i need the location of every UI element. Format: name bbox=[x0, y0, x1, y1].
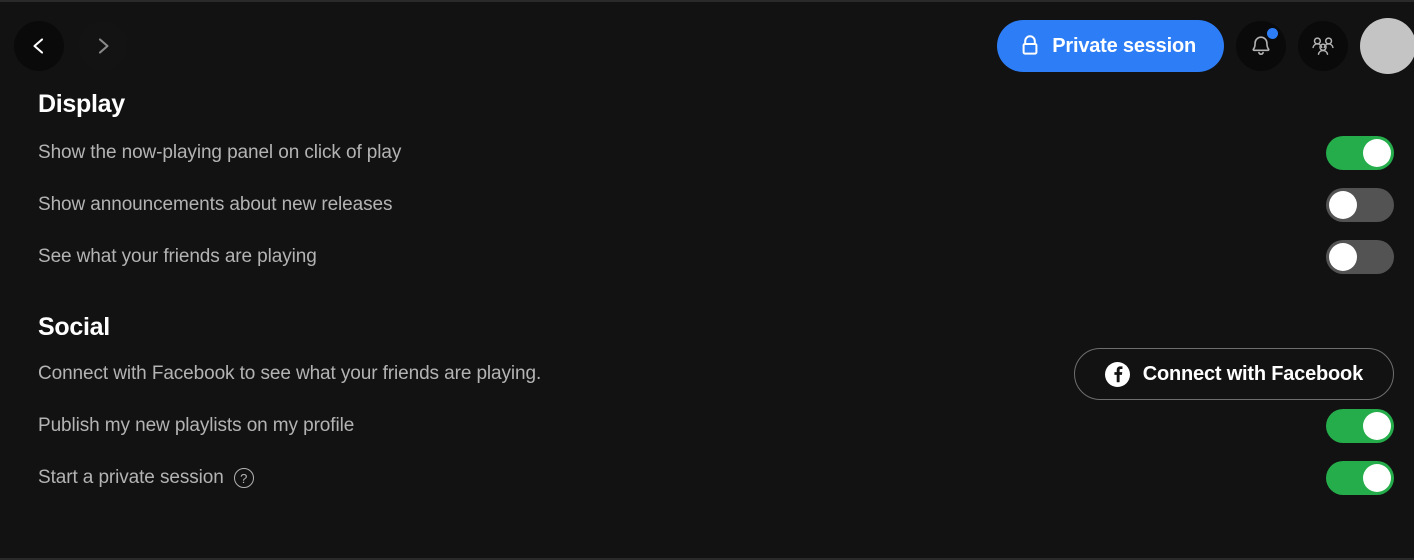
setting-control bbox=[1326, 136, 1394, 170]
facebook-icon bbox=[1104, 361, 1130, 387]
toggle-publish-playlists[interactable] bbox=[1326, 409, 1394, 443]
setting-row-publish-playlists: Publish my new playlists on my profile bbox=[38, 400, 1394, 452]
setting-label: Show the now-playing panel on click of p… bbox=[38, 142, 402, 163]
spotify-settings-window: Private session Display Show the now-pla… bbox=[0, 0, 1414, 560]
setting-control bbox=[1326, 409, 1394, 443]
private-session-label: Private session bbox=[1052, 34, 1196, 57]
section-social: Social Connect with Facebook to see what… bbox=[38, 313, 1394, 504]
lock-icon bbox=[1022, 35, 1038, 55]
section-display: Display Show the now-playing panel on cl… bbox=[38, 90, 1394, 283]
setting-control bbox=[1326, 240, 1394, 274]
back-button[interactable] bbox=[14, 21, 64, 71]
setting-control: Connect with Facebook bbox=[1073, 348, 1394, 400]
setting-label: See what your friends are playing bbox=[38, 246, 317, 267]
navigation-buttons bbox=[14, 21, 128, 71]
setting-row-connect-facebook: Connect with Facebook to see what your f… bbox=[38, 348, 1394, 400]
toggle-private-session[interactable] bbox=[1326, 461, 1394, 495]
connect-with-facebook-button[interactable]: Connect with Facebook bbox=[1073, 348, 1394, 400]
friend-activity-button[interactable] bbox=[1298, 21, 1348, 71]
toggle-now-playing-panel[interactable] bbox=[1326, 136, 1394, 170]
private-session-button[interactable]: Private session bbox=[997, 20, 1224, 72]
toggle-knob bbox=[1329, 191, 1357, 219]
setting-row-friend-activity: See what your friends are playing bbox=[38, 231, 1394, 283]
top-bar: Private session bbox=[0, 2, 1414, 90]
setting-label: Publish my new playlists on my profile bbox=[38, 415, 355, 436]
toggle-knob bbox=[1363, 464, 1391, 492]
help-icon[interactable]: ? bbox=[233, 468, 254, 488]
setting-label-wrapper: Start a private session ? bbox=[38, 467, 254, 489]
notification-badge bbox=[1267, 28, 1278, 39]
forward-button[interactable] bbox=[78, 21, 128, 71]
setting-label: Start a private session bbox=[38, 467, 224, 488]
toggle-knob bbox=[1329, 243, 1357, 271]
setting-control bbox=[1326, 461, 1394, 495]
setting-row-now-playing-panel: Show the now-playing panel on click of p… bbox=[38, 127, 1394, 179]
setting-row-private-session: Start a private session ? bbox=[38, 452, 1394, 504]
section-title-social: Social bbox=[38, 313, 110, 341]
notifications-button[interactable] bbox=[1236, 21, 1286, 71]
setting-label: Connect with Facebook to see what your f… bbox=[38, 363, 542, 384]
section-title-display: Display bbox=[38, 90, 125, 118]
connect-with-facebook-label: Connect with Facebook bbox=[1142, 362, 1363, 385]
chevron-left-icon bbox=[33, 38, 44, 54]
toggle-announcements[interactable] bbox=[1326, 188, 1394, 222]
setting-row-announcements: Show announcements about new releases bbox=[38, 179, 1394, 231]
setting-label: Show announcements about new releases bbox=[38, 194, 393, 215]
toggle-friend-activity[interactable] bbox=[1326, 240, 1394, 274]
chevron-right-icon bbox=[98, 38, 109, 54]
toggle-knob bbox=[1363, 139, 1391, 167]
settings-content: Display Show the now-playing panel on cl… bbox=[0, 90, 1414, 504]
top-bar-actions: Private session bbox=[997, 18, 1414, 74]
toggle-knob bbox=[1363, 412, 1391, 440]
friends-group-icon bbox=[1312, 37, 1334, 55]
avatar[interactable] bbox=[1360, 18, 1414, 74]
setting-control bbox=[1326, 188, 1394, 222]
